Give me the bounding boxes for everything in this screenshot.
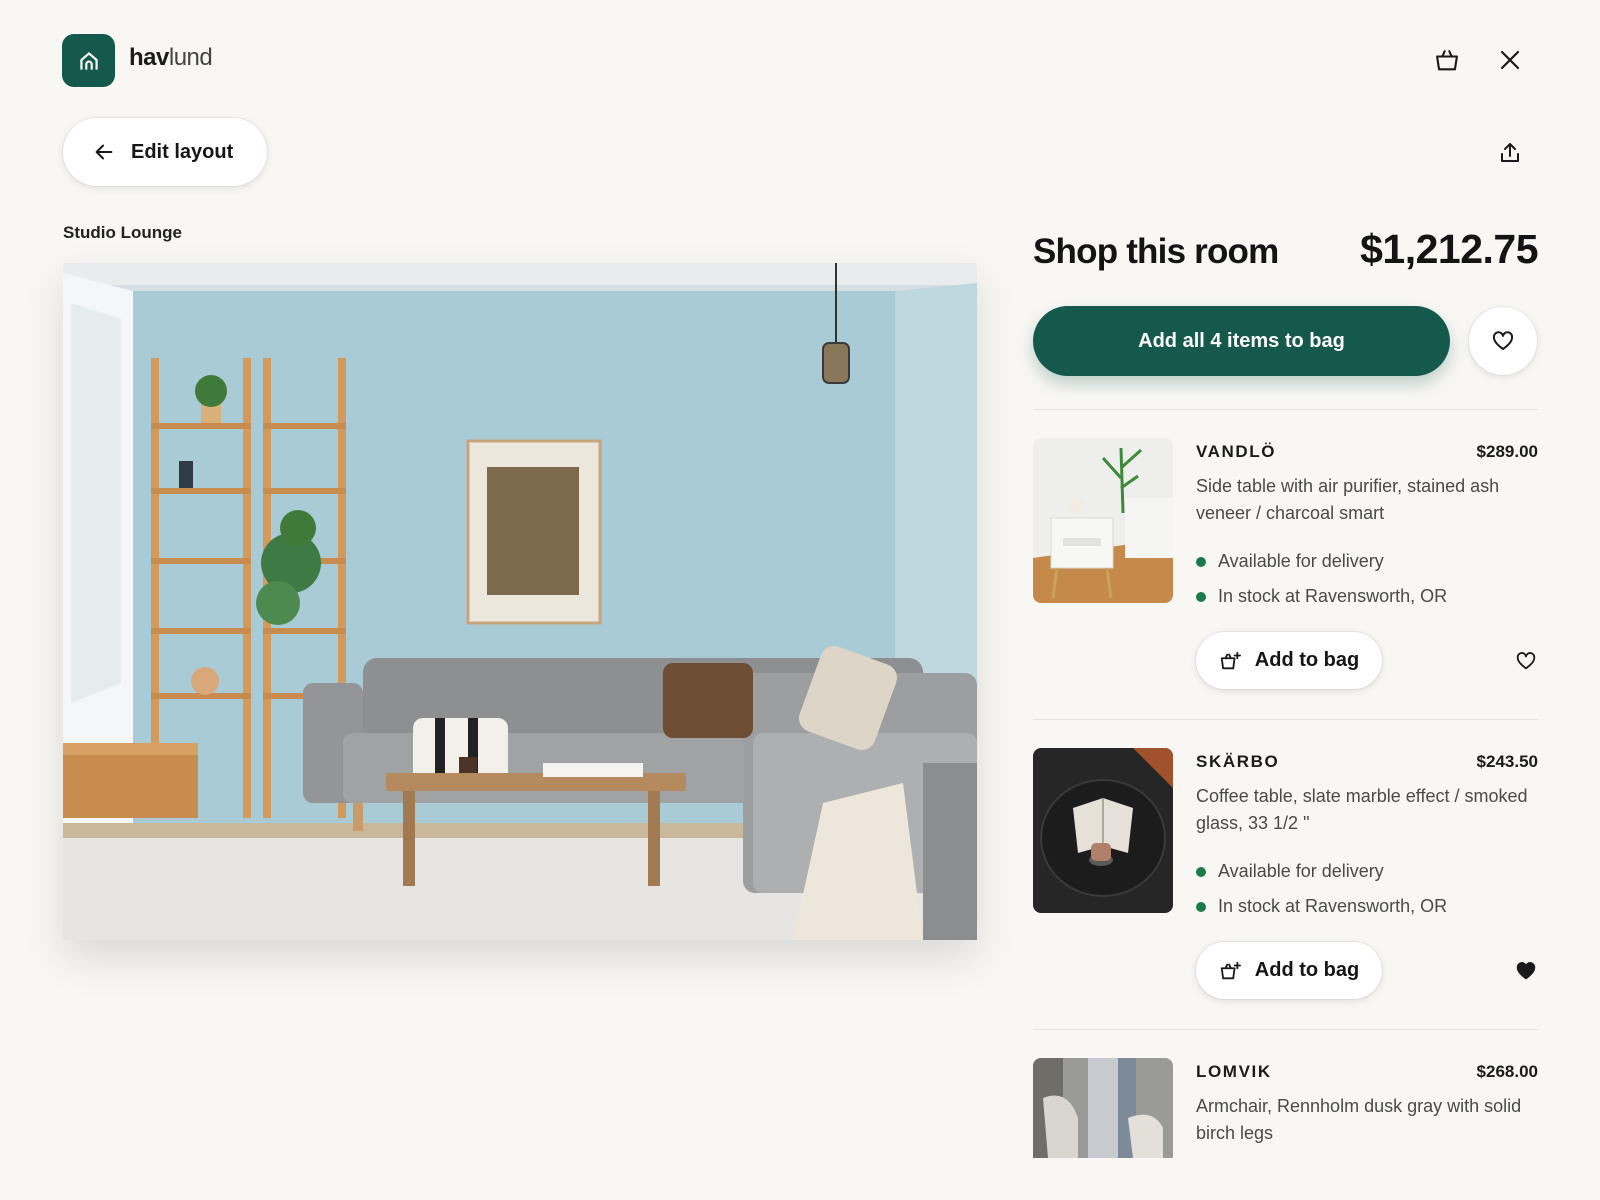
- add-to-bag-button[interactable]: Add to bag: [1196, 942, 1382, 999]
- close-button[interactable]: [1490, 40, 1530, 80]
- availability-store: In stock at Ravensworth, OR: [1196, 586, 1447, 607]
- availability-text: In stock at Ravensworth, OR: [1218, 586, 1448, 606]
- product-name: LOMVIK: [1196, 1062, 1272, 1081]
- add-to-bag-icon: [1220, 961, 1241, 979]
- availability-store: In stock at Ravensworth, OR: [1196, 896, 1447, 917]
- product-description: Coffee table, slate marble effect / smok…: [1196, 786, 1528, 833]
- product-price: $268.00: [1476, 1062, 1538, 1081]
- divider: [1033, 1029, 1538, 1030]
- availability-delivery: Available for delivery: [1196, 861, 1384, 882]
- shop-title: Shop this room: [1033, 232, 1279, 271]
- add-all-label: Add all 4 items to bag: [1138, 329, 1345, 352]
- room-image[interactable]: [63, 263, 977, 940]
- shopping-bag-icon: [1436, 50, 1458, 71]
- shopping-bag-button[interactable]: [1427, 40, 1467, 80]
- home-icon: [79, 51, 98, 70]
- add-to-bag-icon: [1220, 651, 1241, 669]
- product-price: $289.00: [1476, 442, 1538, 461]
- wall-art: [466, 439, 602, 625]
- availability-text: In stock at Ravensworth, OR: [1218, 896, 1448, 916]
- divider: [1033, 409, 1538, 410]
- product-thumbnail[interactable]: [1033, 438, 1173, 603]
- heart-filled-icon: [1516, 962, 1536, 980]
- save-room-button[interactable]: [1469, 307, 1537, 375]
- arrow-left-icon: [95, 144, 113, 160]
- share-button[interactable]: [1490, 133, 1530, 173]
- availability-text: Available for delivery: [1218, 861, 1384, 881]
- add-to-bag-label: Add to bag: [1254, 649, 1360, 671]
- add-to-bag-button[interactable]: Add to bag: [1196, 632, 1382, 689]
- edit-layout-button[interactable]: Edit layout: [63, 118, 267, 186]
- close-icon: [1500, 50, 1520, 70]
- add-to-bag-label: Add to bag: [1254, 959, 1360, 981]
- status-dot: [1196, 901, 1206, 912]
- room-title: Studio Lounge: [63, 223, 182, 242]
- total-price: $1,212.75: [1360, 226, 1538, 272]
- add-all-to-bag-button[interactable]: Add all 4 items to bag: [1033, 306, 1450, 376]
- availability-text: Available for delivery: [1218, 551, 1384, 571]
- favorite-button[interactable]: [1508, 953, 1544, 989]
- product-name: SKÄRBO: [1196, 752, 1280, 771]
- availability-delivery: Available for delivery: [1196, 551, 1384, 572]
- status-dot: [1196, 556, 1206, 567]
- favorite-button[interactable]: [1508, 643, 1544, 679]
- brand-logo[interactable]: [62, 34, 115, 87]
- status-dot: [1196, 591, 1206, 602]
- heart-outline-icon: [1516, 652, 1536, 670]
- product-thumbnail[interactable]: [1033, 748, 1173, 913]
- status-dot: [1196, 866, 1206, 877]
- product-thumbnail[interactable]: [1033, 1058, 1173, 1158]
- product-description: Side table with air purifier, stained as…: [1196, 476, 1500, 523]
- product-name: VANDLÖ: [1196, 442, 1277, 461]
- brand-name: havlund: [129, 44, 213, 71]
- product-price: $243.50: [1476, 752, 1538, 771]
- product-description: Armchair, Rennholm dusk gray with solid …: [1196, 1096, 1522, 1143]
- heart-outline-icon: [1492, 331, 1514, 350]
- edit-layout-label: Edit layout: [131, 140, 234, 163]
- share-icon: [1501, 143, 1519, 162]
- divider: [1033, 719, 1538, 720]
